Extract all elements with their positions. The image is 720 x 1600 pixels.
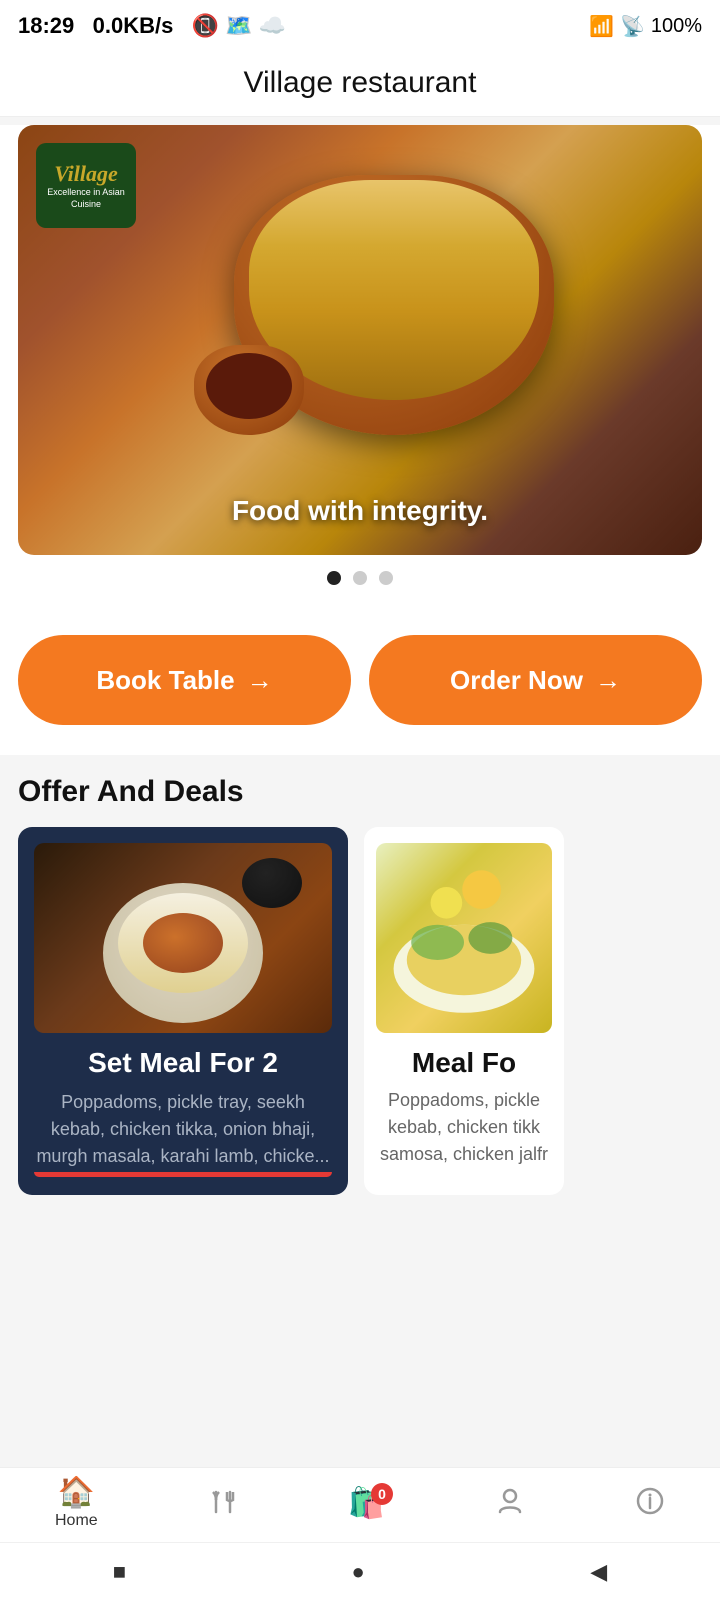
sauce-inner [206,353,292,419]
status-network: 0.0KB/s [93,13,174,38]
home-icon: 🏠 [58,1478,95,1508]
bottom-nav: 🏠 Home 🛍️ 0 [0,1467,720,1542]
red-bar [34,1172,332,1177]
carousel-dot-2[interactable] [353,571,367,585]
nav-item-profile[interactable] [495,1486,525,1522]
menu-icon [208,1487,238,1522]
nav-item-info[interactable] [635,1486,665,1522]
book-table-arrow-icon: → [247,665,273,696]
logo-text: Village [54,161,118,187]
offers-section: Offer And Deals Set Meal For 2 Poppadoms… [0,755,720,1195]
plate [103,883,263,1023]
book-table-button[interactable]: Book Table → [18,635,351,725]
android-back-btn[interactable]: ◀ [590,1559,607,1585]
offer-card-2-title: Meal Fo [376,1047,552,1079]
android-circle-btn[interactable]: ● [352,1559,365,1585]
plate-curry [143,913,223,973]
nav-home-label: Home [55,1512,98,1530]
dark-bowl [242,858,302,908]
nav-item-menu[interactable] [208,1487,238,1522]
app-title: Village restaurant [0,66,720,100]
hero-section: Village Excellence in Asian Cuisine Food… [0,125,720,605]
order-now-label: Order Now [450,665,583,696]
android-nav: ■ ● ◀ [0,1542,720,1600]
status-icons: 📵 🗺️ ☁️ [192,13,286,38]
nav-item-cart[interactable]: 🛍️ 0 [348,1489,385,1519]
carousel-dot-1[interactable] [327,571,341,585]
hero-bg: Village Excellence in Asian Cuisine Food… [18,125,702,555]
cart-badge: 0 [371,1483,393,1505]
signal-icon: 📶 [589,14,614,39]
nav-item-home[interactable]: 🏠 Home [55,1478,98,1530]
order-now-button[interactable]: Order Now → [369,635,702,725]
offer-card-1-title: Set Meal For 2 [34,1047,332,1079]
info-icon [635,1486,665,1522]
profile-icon [495,1486,525,1522]
hero-caption: Food with integrity. [18,495,702,527]
app-header: Village restaurant [0,52,720,117]
wifi-icon: 📡 [620,14,645,39]
action-buttons: Book Table → Order Now → [0,605,720,755]
status-time-network: 18:29 0.0KB/s 📵 🗺️ ☁️ [18,13,286,39]
battery-text: 100% [651,15,702,38]
offer-card-2-desc: Poppadoms, pickle kebab, chicken tikk sa… [376,1087,552,1168]
logo-sub: Excellence in Asian Cuisine [36,187,136,210]
order-now-arrow-icon: → [595,665,621,696]
status-bar: 18:29 0.0KB/s 📵 🗺️ ☁️ 📶 📡 100% [0,0,720,52]
carousel-dot-3[interactable] [379,571,393,585]
offer-card-1-desc: Poppadoms, pickle tray, seekh kebab, chi… [34,1089,332,1170]
offers-scroll: Set Meal For 2 Poppadoms, pickle tray, s… [18,827,702,1195]
carousel-dots [18,555,702,585]
status-time: 18:29 [18,13,74,38]
hero-image: Village Excellence in Asian Cuisine Food… [18,125,702,555]
village-logo: Village Excellence in Asian Cuisine [36,143,136,228]
food-illustration [376,843,552,1033]
book-table-label: Book Table [96,665,234,696]
offer-card-2-image [376,843,552,1033]
offer-card-1-image [34,843,332,1033]
offers-title: Offer And Deals [18,775,702,809]
biryani-illustration [224,155,564,455]
offer-card-1[interactable]: Set Meal For 2 Poppadoms, pickle tray, s… [18,827,348,1195]
sauce-bowl [194,345,304,435]
status-right-icons: 📶 📡 100% [589,14,702,39]
offer-card-2[interactable]: Meal Fo Poppadoms, pickle kebab, chicken… [364,827,564,1195]
android-square-btn[interactable]: ■ [113,1559,126,1585]
